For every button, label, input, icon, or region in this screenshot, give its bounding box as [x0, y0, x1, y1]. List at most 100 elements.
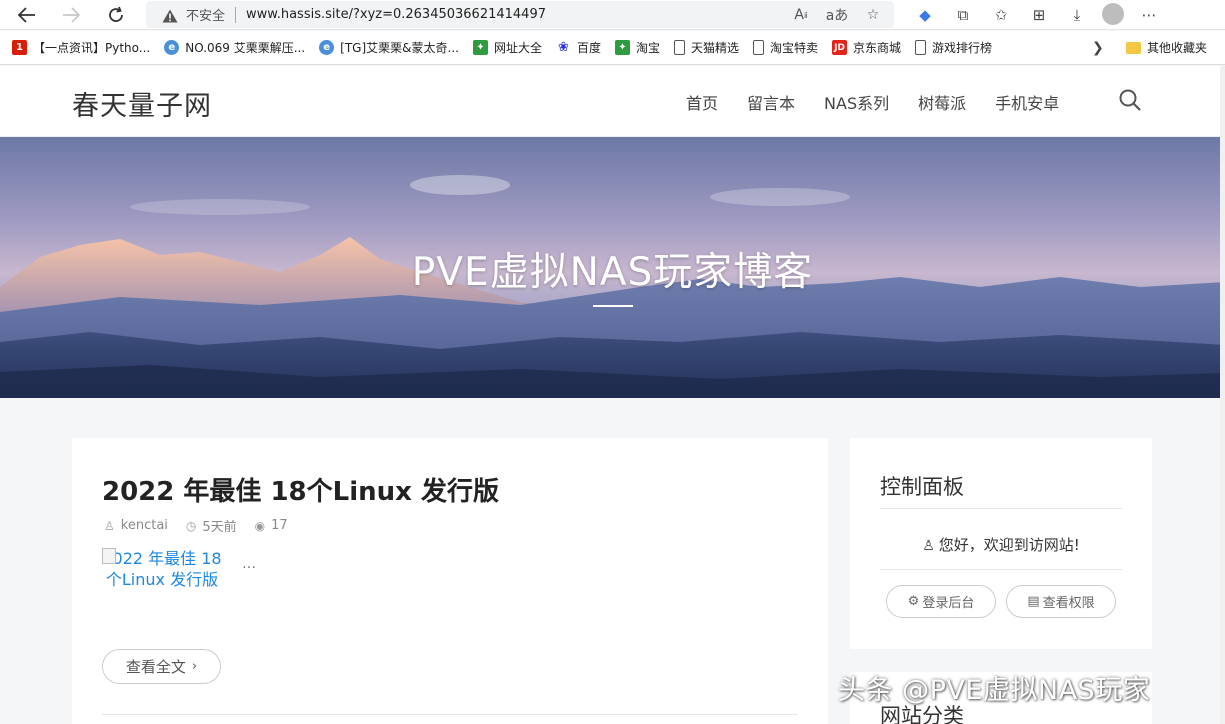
- main-menu: 首页 留言本 NAS系列 树莓派 手机安卓: [686, 90, 1088, 114]
- bookmark-label: 淘宝: [635, 41, 660, 55]
- read-more-button[interactable]: 查看全文 ›: [102, 649, 221, 684]
- welcome-text: 您好，欢迎到访网站!: [938, 536, 1080, 554]
- other-bookmarks-folder[interactable]: 其他收藏夹: [1126, 39, 1207, 56]
- thumbnail-alt-text: 2022 年最佳 18个Linux 发行版: [102, 549, 222, 589]
- extension-badge-icon[interactable]: ◆: [912, 3, 938, 27]
- folder-label: 其他收藏夹: [1147, 41, 1208, 55]
- bookmark-label: 网址大全: [493, 41, 542, 55]
- refresh-button[interactable]: [103, 3, 129, 27]
- post-time: ◷ 5天前: [185, 516, 237, 536]
- page-icon: [915, 40, 927, 55]
- address-bar[interactable]: 不安全 www.hassis.site/?xyz=0.2634503662141…: [146, 1, 894, 28]
- menu-item-home[interactable]: 首页: [686, 90, 718, 114]
- bookmark-label: 游戏排行榜: [932, 41, 993, 55]
- document-icon: ▤: [1027, 594, 1040, 609]
- hero-underline: [593, 305, 633, 307]
- widget-divider: [880, 569, 1122, 570]
- bookmark-label: 淘宝特卖: [770, 41, 819, 55]
- control-panel-widget: 控制面板 ♙ 您好，欢迎到访网站! ⚙ 登录后台 ▤ 查看权限: [850, 438, 1152, 649]
- bookmarks-bar: 1 【一点资讯】Pytho... e NO.069 艾栗栗解压... e [TG]艾栗…: [0, 31, 1225, 65]
- widget-title: 控制面板: [880, 475, 964, 499]
- bookmark-label: 百度: [576, 41, 601, 55]
- url-actions: Aⅱ aあ ☆: [788, 4, 886, 26]
- post-excerpt: …: [242, 556, 257, 572]
- post-thumbnail[interactable]: 2022 年最佳 18个Linux 发行版: [102, 548, 222, 614]
- bookmark-item[interactable]: 游戏排行榜: [915, 39, 992, 56]
- downloads-icon[interactable]: ⤓: [1064, 3, 1090, 27]
- page-scrollbar[interactable]: [1220, 66, 1225, 724]
- view-permissions-button[interactable]: ▤ 查看权限: [1006, 585, 1116, 618]
- welcome-message: ♙ 您好，欢迎到访网站!: [850, 534, 1152, 555]
- page-icon: [753, 40, 765, 55]
- search-icon: [1119, 89, 1141, 111]
- jd-icon: JD: [832, 40, 848, 55]
- gear-icon: ⚙: [907, 594, 920, 609]
- bookmark-item[interactable]: ✦ 淘宝: [614, 39, 660, 56]
- yidian-icon: 1: [12, 40, 27, 55]
- add-favorite-icon[interactable]: ☆: [860, 4, 886, 26]
- baidu-paw-icon: ❀: [555, 40, 571, 55]
- profile-avatar-icon[interactable]: [1102, 3, 1124, 25]
- browser-toolbar: 不安全 www.hassis.site/?xyz=0.2634503662141…: [0, 0, 1225, 30]
- clock-icon: ◷: [185, 518, 197, 533]
- bookmark-item[interactable]: e [TG]艾栗栗&蒙太奇...: [319, 39, 459, 56]
- bookmark-label: NO.069 艾栗栗解压...: [185, 41, 306, 55]
- post-views: ◉ 17: [255, 516, 288, 535]
- bookmark-label: 京东商城: [853, 41, 902, 55]
- bookmark-item[interactable]: ✦ 网址大全: [472, 39, 542, 56]
- site-header: 春天量子网 首页 留言本 NAS系列 树莓派 手机安卓: [0, 66, 1225, 137]
- collections-icon[interactable]: ⊞: [1026, 3, 1052, 27]
- post-meta: ♙ kenctai ◷ 5天前 ◉ 17: [104, 516, 306, 535]
- green-square-icon: ✦: [472, 40, 488, 55]
- green-square-icon: ✦: [614, 40, 630, 55]
- card-divider: [102, 714, 798, 715]
- time-text: 5天前: [202, 520, 237, 535]
- folder-icon: [1126, 41, 1141, 54]
- bookmark-item[interactable]: JD 京东商城: [832, 39, 901, 56]
- bookmark-item[interactable]: 淘宝特卖: [753, 39, 818, 56]
- forward-button[interactable]: [58, 3, 84, 27]
- refresh-icon: [109, 6, 123, 22]
- bookmark-label: 天猫精选: [691, 41, 740, 55]
- author-name: kenctai: [120, 518, 168, 533]
- translate-icon[interactable]: aあ: [824, 4, 850, 26]
- more-menu-icon[interactable]: ⋯: [1136, 3, 1162, 27]
- menu-item-android[interactable]: 手机安卓: [995, 90, 1059, 114]
- globe-icon: e: [319, 40, 335, 55]
- bookmark-label: [TG]艾栗栗&蒙太奇...: [340, 41, 459, 55]
- menu-item-guestbook[interactable]: 留言本: [747, 90, 795, 114]
- bookmark-item[interactable]: 天猫精选: [674, 39, 739, 56]
- url-divider: [235, 6, 237, 23]
- bookmark-item[interactable]: ❀ 百度: [555, 39, 601, 56]
- user-icon: ♙: [922, 538, 935, 554]
- page-icon: [674, 40, 685, 55]
- site-logo[interactable]: 春天量子网: [72, 84, 212, 123]
- hero-title: PVE虚拟NAS玩家博客: [411, 250, 814, 295]
- menu-item-raspberry-pi[interactable]: 树莓派: [918, 90, 966, 114]
- favorites-icon[interactable]: ✩: [988, 3, 1014, 27]
- post-title[interactable]: 2022 年最佳 18个Linux 发行版: [102, 471, 499, 508]
- browser-tools: ◆ ⧉ ✩ ⊞ ⤓ ⋯: [912, 3, 1162, 27]
- chevron-right-icon[interactable]: ❯: [1092, 40, 1104, 56]
- broken-image-icon: [102, 548, 116, 564]
- back-button[interactable]: [14, 3, 40, 27]
- url-text[interactable]: www.hassis.site/?xyz=0.26345036621414497: [246, 7, 546, 22]
- widget-divider: [880, 508, 1122, 509]
- post-author[interactable]: ♙ kenctai: [104, 516, 168, 535]
- globe-icon: e: [164, 40, 180, 55]
- menu-item-nas[interactable]: NAS系列: [824, 90, 889, 114]
- insecure-label: 不安全: [186, 9, 226, 24]
- eye-icon: ◉: [254, 518, 266, 533]
- read-aloud-icon[interactable]: Aⅱ: [788, 4, 814, 26]
- views-count: 17: [271, 518, 288, 533]
- bookmark-item[interactable]: 1 【一点资讯】Pytho...: [12, 39, 150, 56]
- bookmark-item[interactable]: e NO.069 艾栗栗解压...: [164, 39, 305, 56]
- user-icon: ♙: [104, 518, 115, 533]
- extensions-icon[interactable]: ⧉: [950, 3, 976, 27]
- back-arrow-icon: [18, 7, 35, 23]
- hero-banner: PVE虚拟NAS玩家博客: [0, 137, 1225, 398]
- search-button[interactable]: [1118, 88, 1142, 112]
- permissions-label: 查看权限: [1042, 596, 1095, 611]
- login-admin-button[interactable]: ⚙ 登录后台: [886, 585, 996, 618]
- post-card: 2022 年最佳 18个Linux 发行版 ♙ kenctai ◷ 5天前 ◉ 17 …: [72, 438, 828, 724]
